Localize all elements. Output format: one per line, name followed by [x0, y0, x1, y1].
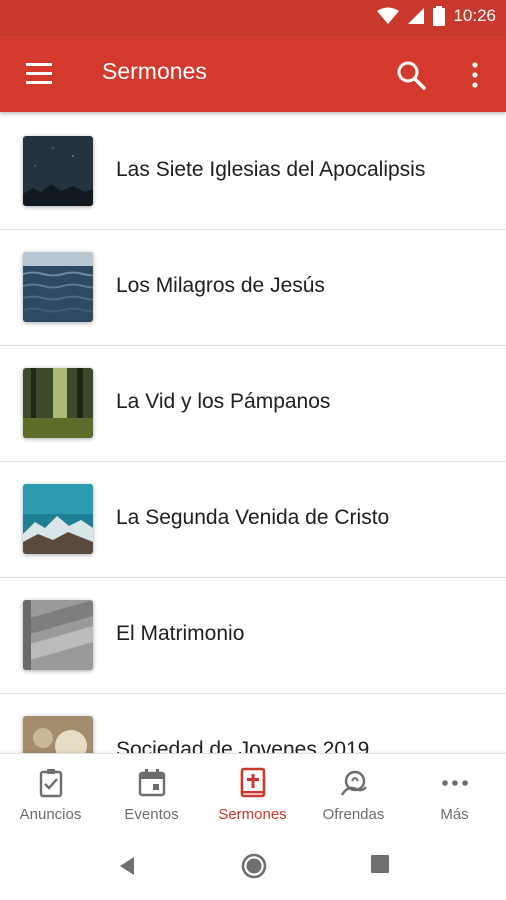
list-item[interactable]: Sociedad de Jovenes 2019 — [0, 694, 506, 753]
sermon-thumbnail — [23, 716, 93, 753]
bible-icon — [240, 767, 265, 798]
search-icon[interactable] — [394, 58, 428, 92]
more-horizontal-icon — [441, 780, 468, 786]
list-item[interactable]: Los Milagros de Jesús — [0, 230, 506, 346]
offering-icon — [340, 770, 367, 796]
tab-label: Más — [440, 806, 469, 823]
menu-icon[interactable] — [22, 60, 58, 88]
tab-ofrendas[interactable]: Ofrendas — [303, 754, 404, 833]
sermon-thumbnail — [23, 484, 93, 554]
calendar-icon — [138, 769, 165, 797]
page-title: Sermones — [102, 58, 207, 84]
sermon-title: La Vid y los Pámpanos — [116, 390, 331, 413]
tab-eventos[interactable]: Eventos — [101, 754, 202, 833]
status-icons: 10:26 — [377, 6, 496, 26]
sermon-title: Las Siete Iglesias del Apocalipsis — [116, 158, 426, 181]
bottom-navigation: Anuncios Eventos Sermones Ofrendas Más — [0, 753, 506, 833]
sermon-title: La Segunda Venida de Cristo — [116, 506, 390, 529]
home-icon[interactable] — [240, 852, 268, 880]
clipboard-check-icon — [39, 769, 62, 798]
tab-label: Eventos — [124, 806, 179, 823]
sermon-thumbnail — [23, 600, 93, 670]
sermon-thumbnail — [23, 368, 93, 438]
back-icon[interactable] — [116, 854, 138, 878]
system-navigation-bar — [0, 832, 506, 900]
sermon-thumbnail — [23, 252, 93, 322]
list-item[interactable]: Las Siete Iglesias del Apocalipsis — [0, 114, 506, 230]
list-item[interactable]: La Vid y los Pámpanos — [0, 346, 506, 462]
status-time: 10:26 — [453, 6, 496, 25]
wifi-icon — [377, 7, 400, 24]
signal-icon — [408, 8, 425, 24]
tab-sermones[interactable]: Sermones — [202, 754, 303, 833]
tab-anuncios[interactable]: Anuncios — [0, 754, 101, 833]
more-vertical-icon[interactable] — [462, 58, 488, 92]
sermon-title: El Matrimonio — [116, 622, 245, 645]
sermon-list: Las Siete Iglesias del Apocalipsis Los M… — [0, 114, 506, 753]
sermon-title: Sociedad de Jovenes 2019 — [116, 738, 370, 753]
tab-label: Ofrendas — [322, 806, 385, 823]
list-item[interactable]: El Matrimonio — [0, 578, 506, 694]
tab-label: Anuncios — [19, 806, 82, 823]
status-bar: 10:26 — [0, 0, 506, 36]
app-bar: Sermones — [0, 36, 506, 112]
battery-icon — [433, 6, 446, 26]
tab-mas[interactable]: Más — [404, 754, 505, 833]
recents-icon[interactable] — [370, 854, 390, 874]
sermon-title: Los Milagros de Jesús — [116, 274, 325, 297]
list-item[interactable]: La Segunda Venida de Cristo — [0, 462, 506, 578]
sermon-thumbnail — [23, 136, 93, 206]
tab-label: Sermones — [218, 806, 287, 823]
